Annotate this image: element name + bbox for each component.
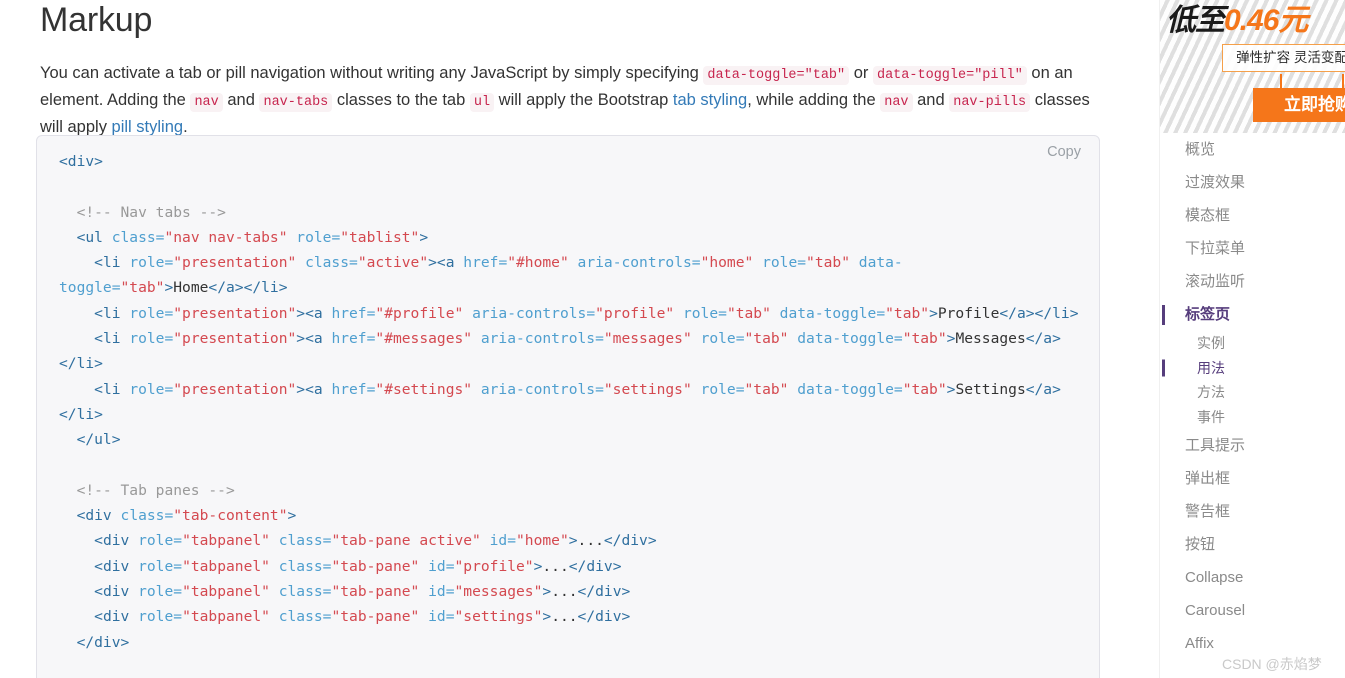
intro-paragraph: You can activate a tab or pill navigatio… [40, 61, 1100, 140]
ad-cta-button[interactable]: 立即抢购 [1253, 88, 1345, 122]
sidebar-item-13[interactable]: 按钮 [1160, 528, 1345, 561]
ad-subtitle: 弹性扩容 灵活变配 [1222, 44, 1345, 72]
sidebar-item-label: Collapse [1185, 569, 1244, 586]
sidebar-item-label: Affix [1185, 635, 1214, 652]
paragraph-text-2: or [849, 63, 873, 82]
sidebar-item-label: 标签页 [1185, 306, 1231, 323]
paragraph-text-10: . [183, 117, 188, 136]
sidebar-item-label: 用法 [1197, 359, 1225, 376]
copy-button[interactable]: Copy [1043, 142, 1085, 162]
sidebar-item-label: 方法 [1197, 384, 1225, 400]
paragraph-text-8: and [912, 90, 950, 109]
sidebar-item-12[interactable]: 警告框 [1160, 495, 1345, 528]
sidebar-item-label: 实例 [1197, 335, 1225, 351]
sidebar-item-label: 弹出框 [1185, 470, 1231, 487]
inline-code-data-toggle-tab: data-toggle="tab" [703, 65, 850, 85]
sidebar-item-label: 模态框 [1185, 207, 1231, 224]
sidebar-item-1[interactable]: 过渡效果 [1160, 166, 1345, 199]
sidebar-item-label: 警告框 [1185, 503, 1231, 520]
code-snippet: <div> <!-- Nav tabs --> <ul class="nav n… [37, 136, 1099, 678]
sidebar-item-11[interactable]: 弹出框 [1160, 462, 1345, 495]
sidebar-item-3[interactable]: 下拉菜单 [1160, 232, 1345, 265]
ad-headline: 低至0.46元 [1166, 2, 1308, 40]
inline-code-data-toggle-pill: data-toggle="pill" [872, 65, 1027, 85]
sidebar-item-5[interactable]: 标签页 [1160, 298, 1345, 331]
ad-headline-orange: 0.46元 [1224, 4, 1308, 37]
ad-headline-black: 低至 [1166, 4, 1225, 37]
paragraph-text-1: You can activate a tab or pill navigatio… [40, 63, 704, 82]
sidebar-item-label: 过渡效果 [1185, 174, 1246, 191]
sidebar-item-2[interactable]: 模态框 [1160, 199, 1345, 232]
inline-code-nav-pills: nav-pills [949, 92, 1031, 112]
main-content: Markup You can activate a tab or pill na… [0, 0, 1160, 678]
sidebar-item-4[interactable]: 滚动监听 [1160, 265, 1345, 298]
paragraph-text-4: and [222, 90, 260, 109]
code-snippet-content: <div> <!-- Nav tabs --> <ul class="nav n… [59, 153, 1079, 651]
sidebar-item-label: 工具提示 [1185, 437, 1246, 454]
sidebar-item-label: 概览 [1185, 141, 1216, 158]
sidebar-item-6[interactable]: 实例 [1160, 331, 1345, 356]
sidebar-item-0[interactable]: 概览 [1160, 133, 1345, 166]
inline-code-ul: ul [469, 92, 495, 112]
tab-styling-link[interactable]: tab styling [673, 91, 747, 109]
sidebar-item-15[interactable]: Carousel [1160, 594, 1345, 627]
sidebar-item-label: 按钮 [1185, 536, 1216, 553]
pill-styling-link[interactable]: pill styling [112, 118, 184, 136]
inline-code-nav-2: nav [880, 92, 913, 112]
code-block: Copy <div> <!-- Nav tabs --> <ul class="… [36, 135, 1100, 678]
page-root: Markup You can activate a tab or pill na… [0, 0, 1345, 678]
sidebar-item-8[interactable]: 方法 [1160, 380, 1345, 405]
sidebar-item-label: 下拉菜单 [1185, 240, 1246, 257]
sidebar-nav: 概览过渡效果模态框下拉菜单滚动监听标签页实例用法方法事件工具提示弹出框警告框按钮… [1160, 133, 1345, 660]
ad-banner[interactable]: 低至0.46元 弹性扩容 灵活变配 立即抢购 [1160, 0, 1345, 133]
sidebar-item-7[interactable]: 用法 [1160, 356, 1345, 381]
csdn-watermark: CSDN @赤焰梦 [1222, 656, 1322, 672]
sidebar-item-10[interactable]: 工具提示 [1160, 429, 1345, 462]
inline-code-nav-tabs: nav-tabs [259, 92, 333, 112]
sidebar-item-label: 事件 [1197, 408, 1225, 425]
right-sidebar: 低至0.46元 弹性扩容 灵活变配 立即抢购 概览过渡效果模态框下拉菜单滚动监听… [1159, 0, 1345, 678]
sidebar-item-9[interactable]: 事件 [1160, 405, 1345, 430]
sidebar-item-label: 滚动监听 [1185, 273, 1246, 290]
paragraph-text-6: will apply the Bootstrap [494, 90, 673, 109]
inline-code-nav: nav [190, 92, 223, 112]
sidebar-item-label: Carousel [1185, 602, 1246, 619]
paragraph-text-7: , while adding the [747, 90, 881, 109]
sidebar-item-14[interactable]: Collapse [1160, 561, 1345, 594]
page-title: Markup [40, 1, 153, 39]
paragraph-text-5: classes to the tab [332, 90, 470, 109]
